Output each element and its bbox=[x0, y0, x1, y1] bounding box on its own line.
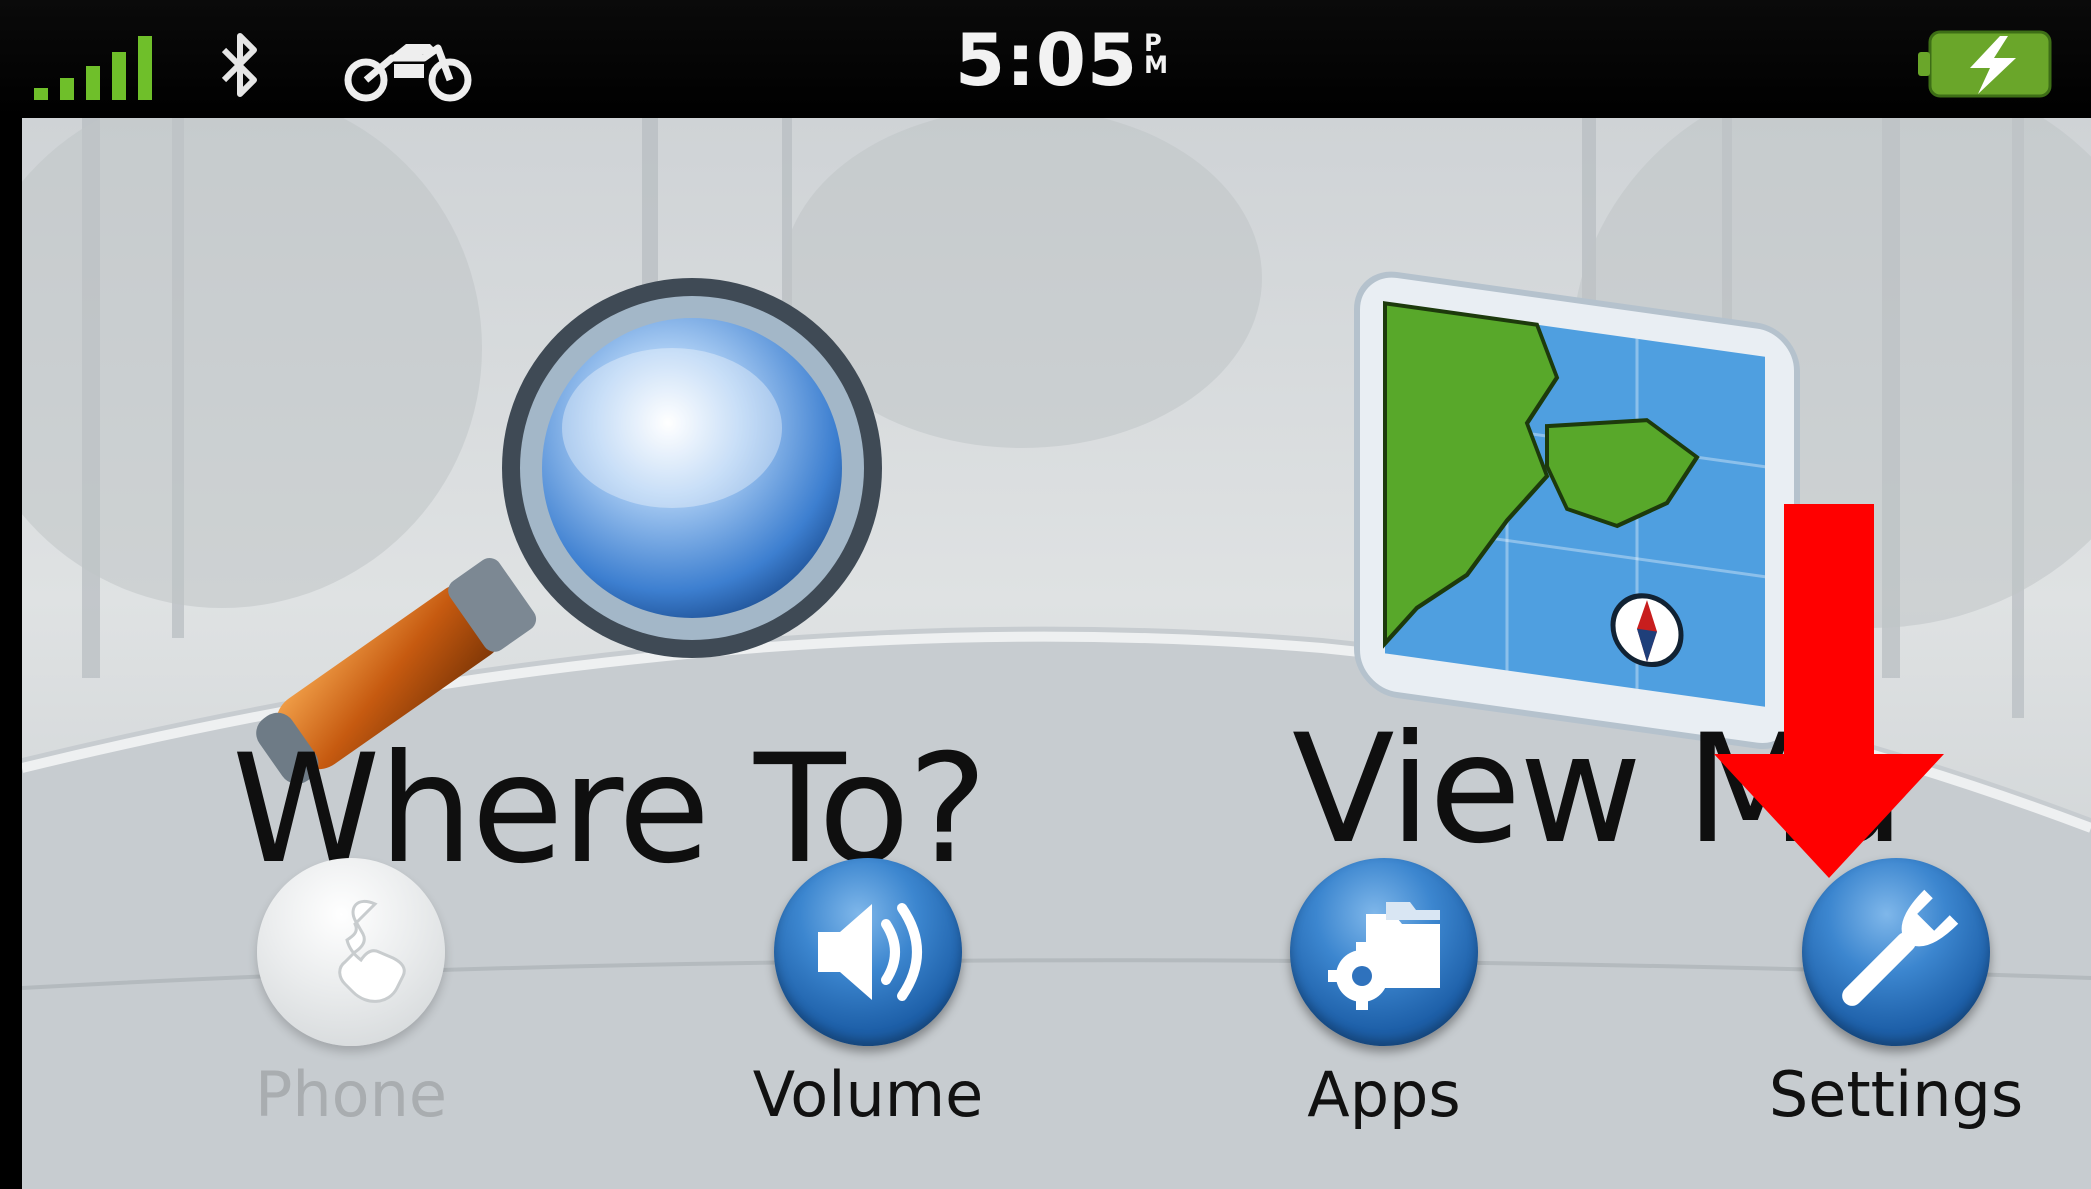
phone-button[interactable]: Phone bbox=[177, 858, 497, 1188]
bluetooth-icon bbox=[221, 33, 257, 97]
wrench-icon bbox=[1802, 858, 1990, 1046]
view-map-label: View Ma bbox=[1292, 703, 1905, 877]
home-screen: Where To? View Ma Phone Volume Apps Sett… bbox=[22, 118, 2091, 1189]
settings-button[interactable]: Settings bbox=[1722, 858, 2042, 1188]
settings-label: Settings bbox=[1768, 1058, 2024, 1131]
phone-label: Phone bbox=[254, 1058, 448, 1131]
status-bar: 5:05 P M bbox=[0, 0, 2091, 118]
apps-gear-folder-icon bbox=[1290, 858, 1478, 1046]
speaker-icon bbox=[774, 858, 962, 1046]
motorcycle-icon bbox=[344, 44, 472, 102]
apps-label: Apps bbox=[1307, 1058, 1461, 1131]
magnifying-glass-icon bbox=[256, 278, 882, 784]
clock-time: 5:05 bbox=[955, 18, 1139, 102]
apps-button[interactable]: Apps bbox=[1210, 858, 1530, 1188]
clock-ampm: P M bbox=[1144, 29, 1169, 79]
view-map-button[interactable]: View Ma bbox=[1252, 158, 2072, 938]
clock: 5:05 P M bbox=[955, 20, 1169, 100]
volume-button[interactable]: Volume bbox=[694, 858, 1014, 1188]
where-to-button[interactable]: Where To? bbox=[172, 178, 988, 938]
signal-bars-icon bbox=[34, 36, 152, 100]
battery-charging-icon bbox=[1918, 30, 2052, 98]
map-icon bbox=[1354, 271, 1800, 750]
phone-icon bbox=[257, 858, 445, 1046]
volume-label: Volume bbox=[752, 1058, 984, 1131]
